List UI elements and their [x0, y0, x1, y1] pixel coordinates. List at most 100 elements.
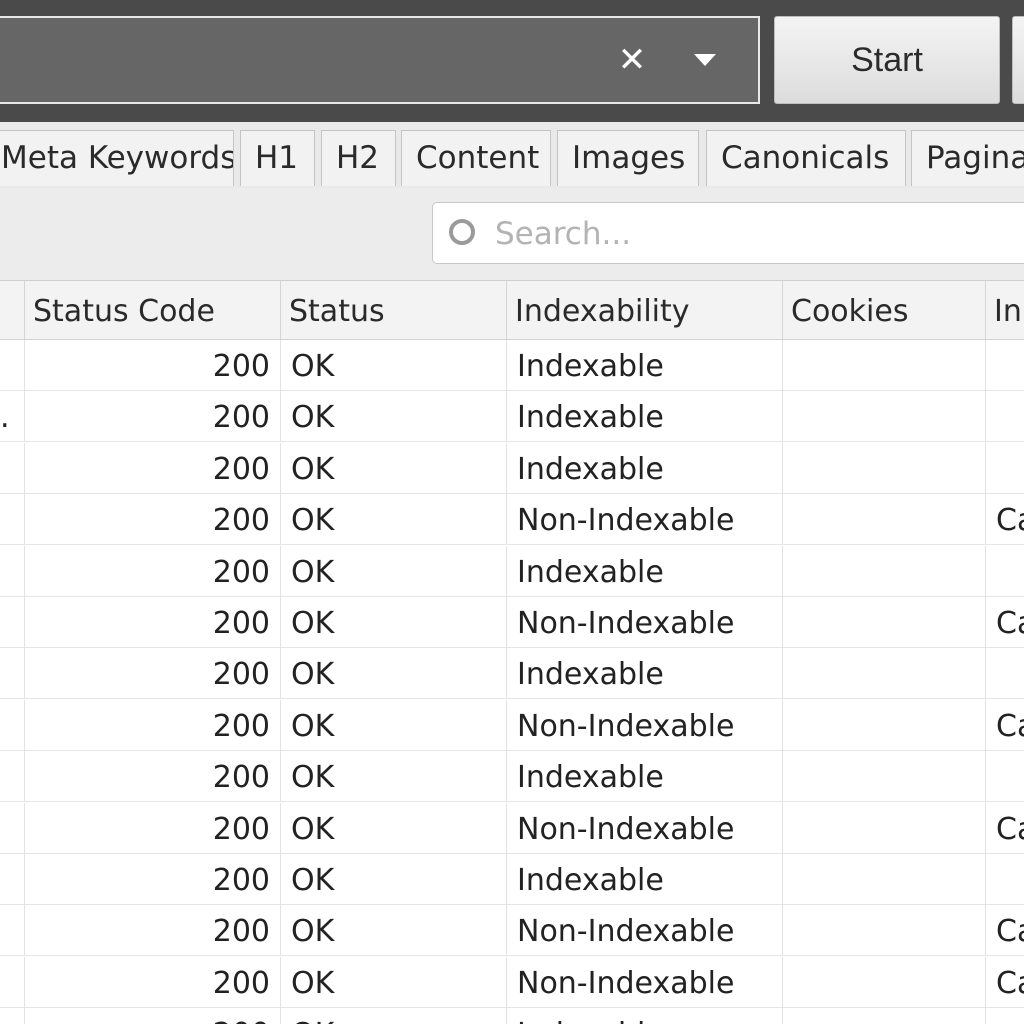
cell-indexability: Indexable	[507, 442, 783, 494]
tab-canonicals[interactable]: Canonicals	[706, 130, 906, 186]
cell-status: OK	[281, 340, 507, 391]
cell-indexability-status: Ca	[996, 965, 1024, 1001]
cell-address	[0, 956, 25, 1008]
table-row[interactable]: 200OKNon-Indexable Ca	[0, 905, 1024, 957]
column-header-indexability-status[interactable]: In	[986, 281, 1024, 339]
cell-indexability: Non-Indexable	[507, 956, 783, 1008]
filter-bar	[0, 188, 1024, 281]
cell-address	[0, 340, 25, 391]
cell-indexability: Non-Indexable	[507, 494, 783, 546]
table-row[interactable]: 200OKIndexable	[0, 1008, 1024, 1024]
cell-address	[0, 545, 25, 597]
cell-status: OK	[281, 545, 507, 597]
cell-status-code: 200	[25, 751, 281, 803]
results-table: 200 OK Indexable. 200 OK Indexable 200 OK Indexa…	[0, 340, 1024, 1024]
search-icon	[449, 219, 475, 245]
table-row[interactable]: 200OKIndexable	[0, 340, 1024, 391]
cell-cookies	[783, 648, 986, 700]
cell-status-code: 200	[25, 545, 281, 597]
cell-cookies	[783, 699, 986, 751]
table-row[interactable]: 200OKNon-Indexable Ca	[0, 956, 1024, 1008]
toolbar-button-partial[interactable]	[1012, 16, 1024, 104]
table-row[interactable]: 200OKIndexable	[0, 442, 1024, 494]
tab-pagination[interactable]: Pagina	[911, 130, 1024, 186]
cell-cookies	[783, 802, 986, 854]
cell-indexability-status: Ca	[996, 503, 1024, 539]
search-field[interactable]	[432, 202, 1024, 265]
tab-meta-keywords[interactable]: Meta Keywords	[0, 130, 234, 186]
column-header-cookies[interactable]: Cookies	[783, 281, 986, 339]
top-toolbar: ✕ Start	[0, 0, 1024, 122]
cell-address	[0, 854, 25, 905]
cell-indexability-status	[986, 751, 1024, 802]
cell-indexability-status: Ca	[996, 708, 1024, 744]
cell-status: OK	[281, 1008, 507, 1024]
cell-indexability-status	[986, 340, 1024, 391]
cell-address	[0, 1008, 25, 1024]
table-row[interactable]: 200OKIndexable	[0, 648, 1024, 700]
cell-status-code: 200	[25, 905, 281, 957]
close-icon[interactable]: ✕	[612, 40, 652, 80]
cell-address	[0, 751, 25, 803]
cell-address	[0, 494, 25, 546]
cell-cookies	[783, 905, 986, 957]
table-header: Status Code Status Indexability Cookies …	[0, 281, 1024, 340]
tab-images[interactable]: Images	[557, 130, 699, 186]
tab-content[interactable]: Content	[401, 130, 551, 186]
table-row[interactable]: 200OKIndexable	[0, 751, 1024, 803]
cell-status: OK	[281, 905, 507, 957]
cell-indexability: Indexable	[507, 545, 783, 597]
cell-status: OK	[281, 751, 507, 803]
cell-indexability-status: Ca	[996, 811, 1024, 847]
cell-status-code: 200	[25, 1008, 281, 1024]
table-row[interactable]: 200OKNon-Indexable Ca	[0, 494, 1024, 546]
cell-address	[0, 699, 25, 751]
cell-indexability-status: Ca	[996, 914, 1024, 950]
cell-indexability: Indexable	[507, 648, 783, 700]
cell-status-code: 200	[25, 391, 281, 443]
cell-status: OK	[281, 494, 507, 546]
cell-indexability-status	[986, 648, 1024, 699]
cell-cookies	[783, 494, 986, 546]
column-header-status[interactable]: Status	[281, 281, 507, 339]
tab-h2[interactable]: H2	[321, 130, 396, 186]
cell-indexability-status	[986, 1008, 1024, 1024]
cell-cookies	[783, 340, 986, 391]
table-row[interactable]: 200OKIndexable	[0, 854, 1024, 905]
cell-indexability: Non-Indexable	[507, 597, 783, 648]
table-row[interactable]: 200OKNon-Indexable Ca	[0, 597, 1024, 648]
cell-address	[0, 597, 25, 648]
cell-indexability: Indexable	[507, 854, 783, 905]
cell-cookies	[783, 1008, 986, 1024]
column-header-indexability[interactable]: Indexability	[507, 281, 783, 339]
cell-cookies	[783, 442, 986, 494]
cell-cookies	[783, 391, 986, 443]
cell-indexability-status	[986, 391, 1024, 442]
cell-indexability: Non-Indexable	[507, 905, 783, 957]
cell-indexability: Indexable	[507, 391, 783, 443]
column-header-partial[interactable]	[0, 281, 25, 339]
cell-address: .	[0, 391, 25, 443]
cell-indexability-status	[986, 546, 1024, 597]
cell-status-code: 200	[25, 956, 281, 1008]
cell-address	[0, 648, 25, 700]
table-row[interactable]: 200OKIndexable	[0, 545, 1024, 597]
cell-status-code: 200	[25, 802, 281, 854]
cell-address	[0, 442, 25, 494]
table-row[interactable]: . 200 OK Indexable	[0, 391, 1024, 443]
search-input[interactable]	[493, 203, 1024, 265]
cell-status: OK	[281, 597, 507, 648]
cell-status-code: 200	[25, 340, 281, 391]
start-button[interactable]: Start	[774, 16, 1000, 104]
cell-status-code: 200	[25, 597, 281, 648]
cell-status: OK	[281, 442, 507, 494]
table-row[interactable]: 200OKNon-Indexable Ca	[0, 699, 1024, 751]
chevron-down-icon[interactable]	[690, 48, 720, 72]
column-header-status-code[interactable]: Status Code	[25, 281, 281, 339]
cell-status: OK	[281, 956, 507, 1008]
table-row[interactable]: 200OKNon-Indexable Ca	[0, 802, 1024, 854]
tab-strip: Meta Keywords H1 H2 Content Images Canon…	[0, 122, 1024, 189]
cell-cookies	[783, 956, 986, 1008]
cell-status-code: 200	[25, 648, 281, 700]
tab-h1[interactable]: H1	[240, 130, 315, 186]
